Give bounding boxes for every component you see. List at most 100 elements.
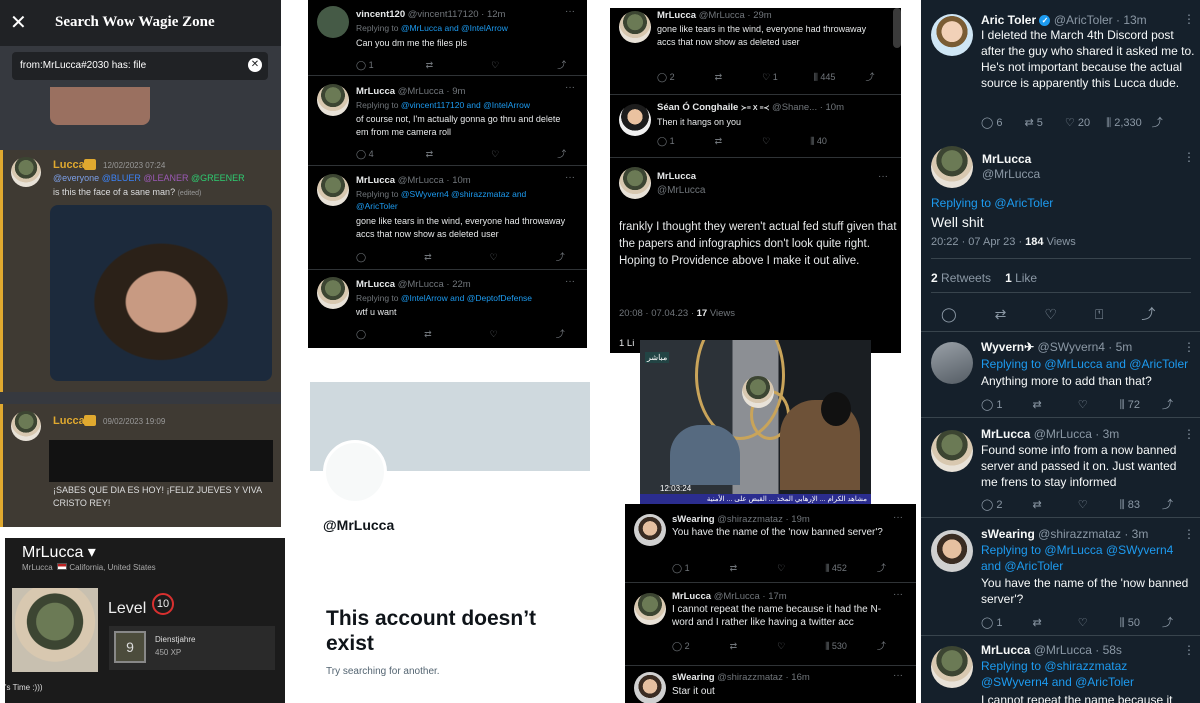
like-icon[interactable]: ♡: [762, 72, 770, 82]
tweet[interactable]: vincent120 @vincent117120 · 12m ··· Repl…: [308, 0, 587, 75]
share-icon[interactable]: ⤴: [1162, 617, 1173, 629]
avatar[interactable]: [619, 11, 651, 43]
views-icon[interactable]: ⫼: [810, 136, 814, 146]
tweet[interactable]: MrLucca @MrLucca · 9m ··· Replying to @v…: [308, 76, 587, 164]
avatar[interactable]: [317, 174, 349, 206]
share-icon[interactable]: ⤴: [557, 60, 566, 70]
reply-icon[interactable]: ◯: [981, 617, 993, 629]
more-icon[interactable]: ···: [893, 670, 903, 681]
mention-greener[interactable]: @GREENER: [191, 173, 245, 183]
more-icon[interactable]: ···: [565, 6, 575, 17]
share-icon[interactable]: ⤴: [557, 149, 566, 159]
avatar[interactable]: [634, 672, 666, 703]
reply-icon[interactable]: ◯: [657, 136, 667, 146]
avatar[interactable]: [317, 6, 349, 38]
like-icon[interactable]: ♡: [1044, 306, 1057, 322]
avatar[interactable]: [317, 277, 349, 309]
reply-icon[interactable]: ◯: [672, 641, 682, 651]
avatar[interactable]: [931, 14, 973, 56]
like-icon[interactable]: ♡: [1078, 399, 1088, 411]
avatar[interactable]: [931, 146, 973, 188]
like-icon[interactable]: ♡: [777, 641, 785, 651]
retweet-icon[interactable]: ⇄: [1033, 617, 1042, 629]
reply-to[interactable]: @vincent117120 and @IntelArrow: [401, 100, 530, 110]
tweet[interactable]: MrLucca @MrLucca · 10m ··· Replying to @…: [308, 166, 587, 268]
reply-icon[interactable]: ◯: [356, 329, 366, 339]
tweet-author-name[interactable]: MrLucca: [356, 86, 395, 97]
more-icon[interactable]: ···: [893, 512, 903, 523]
retweet-icon[interactable]: ⇄: [730, 563, 738, 573]
tweet[interactable]: MrLucca @MrLucca · 58s ⋮ Replying to @sh…: [921, 636, 1200, 703]
avatar[interactable]: [634, 593, 666, 625]
reply-to[interactable]: @MrLucca and @IntelArrow: [401, 23, 508, 33]
reply-icon[interactable]: ◯: [981, 117, 993, 129]
tweet-author-name[interactable]: MrLucca: [981, 643, 1030, 657]
like-icon[interactable]: ♡: [1065, 117, 1075, 129]
mention-leaner[interactable]: @LEANER: [143, 173, 188, 183]
views-icon[interactable]: ⫼: [1106, 117, 1111, 129]
more-icon[interactable]: ···: [565, 172, 575, 183]
tweet[interactable]: MrLucca @MrLucca · 3m ⋮ Found some info …: [921, 418, 1200, 517]
avatar[interactable]: [11, 157, 41, 187]
share-icon[interactable]: ⤴: [877, 563, 886, 573]
discord-search-input[interactable]: from:MrLucca#2030 has: file ✕: [12, 52, 268, 80]
tweet-author-name[interactable]: Séan Ó Conghaile: [657, 102, 738, 113]
more-icon[interactable]: ···: [565, 82, 575, 93]
focused-tweet[interactable]: MrLucca @MrLucca ⋮ Replying to @AricTole…: [921, 140, 1200, 330]
like-icon[interactable]: ♡: [491, 60, 499, 70]
engagement-stats[interactable]: 2 Retweets 1 Like: [931, 271, 1037, 285]
tweet[interactable]: Wyvern✈ @SWyvern4 · 5m ⋮ Replying to @Mr…: [921, 332, 1200, 417]
share-icon[interactable]: ⤴: [865, 72, 874, 82]
avatar[interactable]: [931, 530, 973, 572]
tweet-author-name[interactable]: MrLucca: [356, 175, 395, 186]
reply-to[interactable]: @AricToler: [994, 196, 1053, 210]
share-icon[interactable]: ⤴: [1152, 117, 1163, 129]
more-icon[interactable]: ⋮: [1183, 340, 1195, 354]
reply-icon[interactable]: ◯: [356, 149, 366, 159]
more-icon[interactable]: ···: [893, 589, 903, 600]
badge-card[interactable]: 9 Dienstjahre 450 XP: [109, 626, 275, 670]
more-icon[interactable]: ⋮: [1183, 12, 1195, 26]
tweet[interactable]: Aric Toler ✓ @AricToler · 13m ⋮ I delete…: [921, 0, 1200, 138]
retweet-icon[interactable]: ⇄: [995, 306, 1007, 322]
tweet[interactable]: MrLucca @MrLucca · 29m gone like tears i…: [610, 8, 901, 94]
more-icon[interactable]: ⋮: [1183, 427, 1195, 441]
tweet[interactable]: sWearing @shirazzmataz · 19m ··· You hav…: [625, 504, 916, 582]
views-icon[interactable]: ⫼: [1120, 499, 1125, 511]
views-icon[interactable]: ⫼: [1120, 399, 1125, 411]
image-attachment[interactable]: [50, 87, 150, 125]
retweet-icon[interactable]: ⇄: [426, 60, 434, 70]
more-icon[interactable]: ⋮: [1183, 643, 1195, 657]
views-icon[interactable]: ⫼: [825, 563, 829, 573]
reply-icon[interactable]: ◯: [981, 399, 993, 411]
tweet-author-name[interactable]: MrLucca: [657, 171, 696, 182]
avatar[interactable]: [931, 646, 973, 688]
like-icon[interactable]: ♡: [762, 136, 770, 146]
like-icon[interactable]: ♡: [490, 252, 498, 262]
retweet-icon[interactable]: ⇄: [424, 252, 432, 262]
tweet-author-name[interactable]: MrLucca: [672, 591, 711, 602]
tweet-author-name[interactable]: Aric Toler: [981, 13, 1036, 27]
like-icon[interactable]: ♡: [491, 149, 499, 159]
tweet-author-name[interactable]: MrLucca: [982, 152, 1031, 166]
avatar[interactable]: [11, 411, 41, 441]
share-icon[interactable]: ⤴: [1162, 399, 1173, 411]
tweet[interactable]: MrLucca @MrLucca · 17m ··· I cannot repe…: [625, 583, 916, 665]
mention-bluer[interactable]: @BLUER: [102, 173, 141, 183]
retweet-icon[interactable]: ⇄: [1033, 399, 1042, 411]
news-video-frame[interactable]: مباشر 12:03:24 مشاهد الكرام ... الإرهابي…: [640, 340, 871, 514]
tweet-author-name[interactable]: sWearing: [981, 527, 1035, 541]
avatar[interactable]: [931, 342, 973, 384]
more-icon[interactable]: ···: [878, 171, 888, 182]
reply-icon[interactable]: ◯: [941, 306, 957, 322]
more-icon[interactable]: ···: [565, 276, 575, 287]
avatar[interactable]: [317, 84, 349, 116]
retweet-icon[interactable]: ⇄: [424, 329, 432, 339]
retweet-icon[interactable]: ⇄: [715, 136, 723, 146]
close-icon[interactable]: ✕: [10, 10, 27, 35]
reply-icon[interactable]: ◯: [981, 499, 993, 511]
like-icon[interactable]: ♡: [490, 329, 498, 339]
profile-name[interactable]: MrLucca ▾: [22, 542, 96, 562]
tweet-author-name[interactable]: MrLucca: [657, 10, 696, 21]
scrollbar[interactable]: [893, 8, 901, 48]
